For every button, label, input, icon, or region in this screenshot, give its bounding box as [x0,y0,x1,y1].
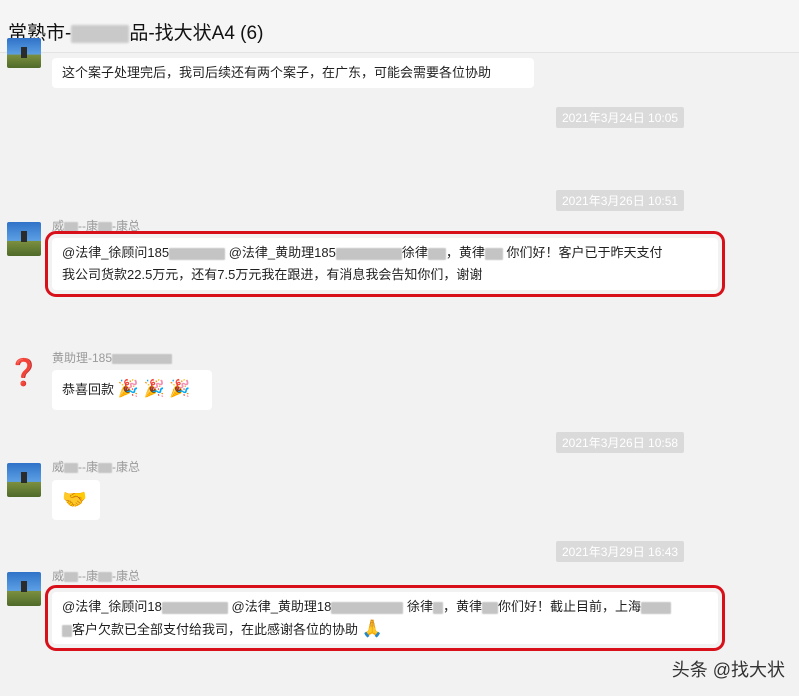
timestamp: 2021年3月29日 16:43 [556,541,685,562]
timestamp: 2021年3月24日 10:05 [556,107,685,128]
handshake-icon: 🤝 [62,489,87,511]
sender-name[interactable]: 黄助理-185 [52,349,173,366]
chat-titlebar: 常熟市- 品-找大状A4 (6) [0,0,799,53]
sender-name[interactable]: 威 --康 -康总 [52,458,140,475]
message-text: 这个案子处理完后，我司后续还有两个案子，在广东，可能会需要各位协助 [62,65,492,80]
message-bubble-highlighted[interactable]: @法律_徐顾问185 @法律_黄助理185 徐律 ，黄律 你们好！客户已于昨天支付 … [45,231,725,297]
mention-text: @法律_黄助理185 [225,245,336,260]
mention-text: @法律_徐顾问18 [62,599,162,614]
message-bubble[interactable]: 恭喜回款 🎉 🎉 🎉 [52,370,212,410]
message-bubble-highlighted[interactable]: @法律_徐顾问18 @法律_黄助理18 徐律 ，黄律 你们好！截止目前，上海 客户欠… [45,585,725,651]
sender-avatar-question-icon[interactable]: ❓ [7,355,41,389]
watermark: 头条 @找大状 [671,660,785,680]
sender-name[interactable]: 威 --康 -康总 [52,217,140,234]
pray-icon: 🙏 [361,619,383,638]
sender-avatar[interactable] [7,572,41,606]
message-bubble[interactable]: 这个案子处理完后，我司后续还有两个案子，在广东，可能会需要各位协助 [52,58,534,88]
redacted-name [71,24,130,43]
party-popper-icon: 🎉 🎉 🎉 [117,379,191,398]
sender-avatar[interactable] [7,463,41,497]
timestamp: 2021年3月26日 10:58 [556,432,685,453]
mention-text: @法律_黄助理18 [227,599,332,614]
mention-text: @法律_徐顾问185 [62,245,170,260]
timestamp: 2021年3月26日 10:51 [556,190,685,211]
message-bubble[interactable]: 🤝 [52,480,100,520]
message-text: 我公司货款22.5万元，还有7.5万元我在跟进，有消息我会告知你们，谢谢 [62,267,483,282]
message-text: 客户欠款已全部支付给我司，在此感谢各位的协助 [72,622,359,637]
sender-avatar[interactable] [7,222,41,256]
sender-avatar[interactable] [7,38,41,68]
sender-name[interactable]: 威 --康 -康总 [52,567,140,584]
chat-title[interactable]: 常熟市- 品-找大状A4 (6) [8,18,263,45]
title-suffix: 品-找大状A4 (6) [129,23,264,44]
message-text: 恭喜回款 [62,382,115,397]
